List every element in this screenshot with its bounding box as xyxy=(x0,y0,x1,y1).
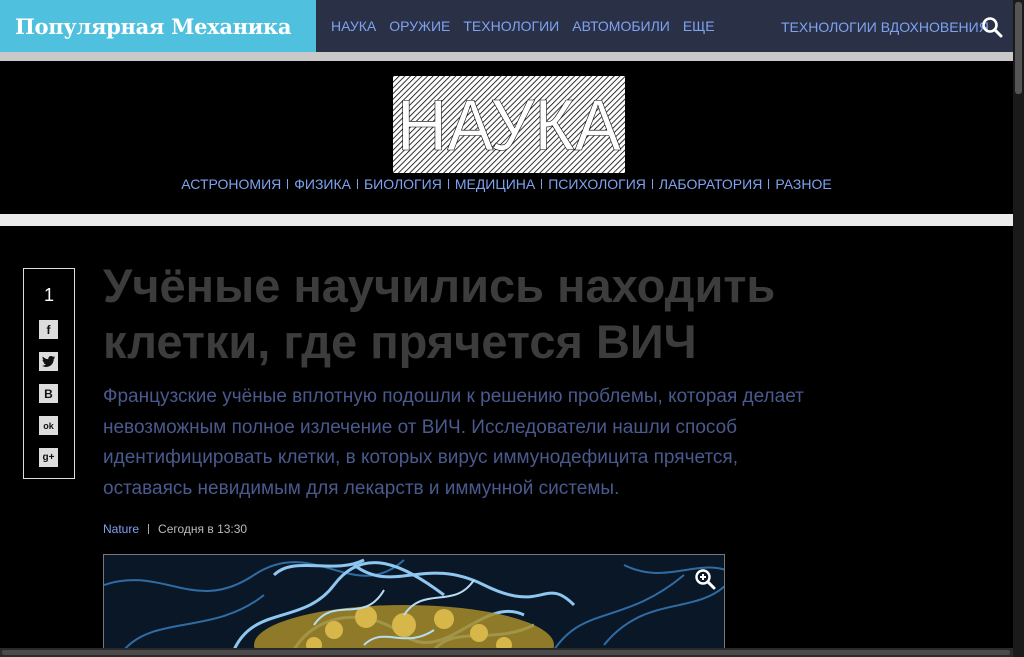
facebook-icon[interactable]: f xyxy=(39,320,58,339)
nav-item-more[interactable]: ЕЩЕ xyxy=(683,18,715,34)
subnav-separator xyxy=(768,179,770,189)
article-headline: Учёные научились находить клетки, где пр… xyxy=(103,259,776,368)
header-divider xyxy=(0,52,1013,61)
section-subnav: АСТРОНОМИЯ ФИЗИКА БИОЛОГИЯ МЕДИЦИНА ПСИХ… xyxy=(0,174,1013,194)
section-divider xyxy=(0,214,1013,226)
odnoklassniki-icon[interactable]: ok xyxy=(39,416,58,435)
share-count: 1 xyxy=(43,285,54,305)
site-logo-text: Популярная Механика xyxy=(15,13,292,39)
subnav-separator xyxy=(287,179,289,189)
vertical-scrollbar[interactable] xyxy=(1013,0,1024,657)
section-title-logo: НАУКА xyxy=(393,76,625,173)
twitter-icon[interactable] xyxy=(39,352,58,371)
subnav-item-astronomy[interactable]: АСТРОНОМИЯ xyxy=(181,176,281,192)
horizontal-scrollbar[interactable] xyxy=(0,648,1013,657)
nav-item-weapons[interactable]: ОРУЖИЕ xyxy=(389,18,450,34)
article-meta: Nature Сегодня в 13:30 xyxy=(103,522,247,536)
zoom-in-icon[interactable] xyxy=(694,568,716,590)
share-panel: 1 f В ok g+ xyxy=(23,268,75,479)
subnav-item-medicine[interactable]: МЕДИЦИНА xyxy=(455,176,535,192)
article-source-link[interactable]: Nature xyxy=(103,522,139,536)
subnav-item-biology[interactable]: БИОЛОГИЯ xyxy=(364,176,442,192)
subnav-separator xyxy=(541,179,543,189)
subnav-item-misc[interactable]: РАЗНОЕ xyxy=(775,176,831,192)
vertical-scrollbar-thumb[interactable] xyxy=(1015,2,1022,94)
subnav-separator xyxy=(651,179,653,189)
article-timestamp: Сегодня в 13:30 xyxy=(158,522,248,536)
subnav-item-psychology[interactable]: ПСИХОЛОГИЯ xyxy=(548,176,646,192)
nav-item-technology[interactable]: ТЕХНОЛОГИИ xyxy=(463,18,559,34)
nav-item-inspiration-tech[interactable]: ТЕХНОЛОГИИ ВДОХНОВЕНИЯ xyxy=(781,19,989,35)
subnav-separator xyxy=(447,179,449,189)
top-navigation-bar: Популярная Механика НАУКА ОРУЖИЕ ТЕХНОЛО… xyxy=(0,0,1013,52)
google-plus-icon[interactable]: g+ xyxy=(39,448,58,467)
nav-item-cars[interactable]: АВТОМОБИЛИ xyxy=(572,18,670,34)
horizontal-scrollbar-thumb[interactable] xyxy=(2,650,1010,655)
nav-item-science[interactable]: НАУКА xyxy=(331,18,376,34)
virus-microscopy-image xyxy=(104,555,724,648)
vkontakte-icon[interactable]: В xyxy=(39,384,58,403)
search-icon[interactable] xyxy=(981,16,1003,38)
meta-separator xyxy=(148,524,150,534)
subnav-item-physics[interactable]: ФИЗИКА xyxy=(294,176,351,192)
main-nav: НАУКА ОРУЖИЕ ТЕХНОЛОГИИ АВТОМОБИЛИ ЕЩЕ xyxy=(331,0,728,52)
article-lead: Французские учёные вплотную подошли к ре… xyxy=(103,386,804,499)
site-logo[interactable]: Популярная Механика xyxy=(0,0,316,52)
section-title: НАУКА xyxy=(397,86,621,166)
subnav-separator xyxy=(356,179,358,189)
article-image[interactable] xyxy=(103,554,725,649)
subnav-item-laboratory[interactable]: ЛАБОРАТОРИЯ xyxy=(659,176,762,192)
